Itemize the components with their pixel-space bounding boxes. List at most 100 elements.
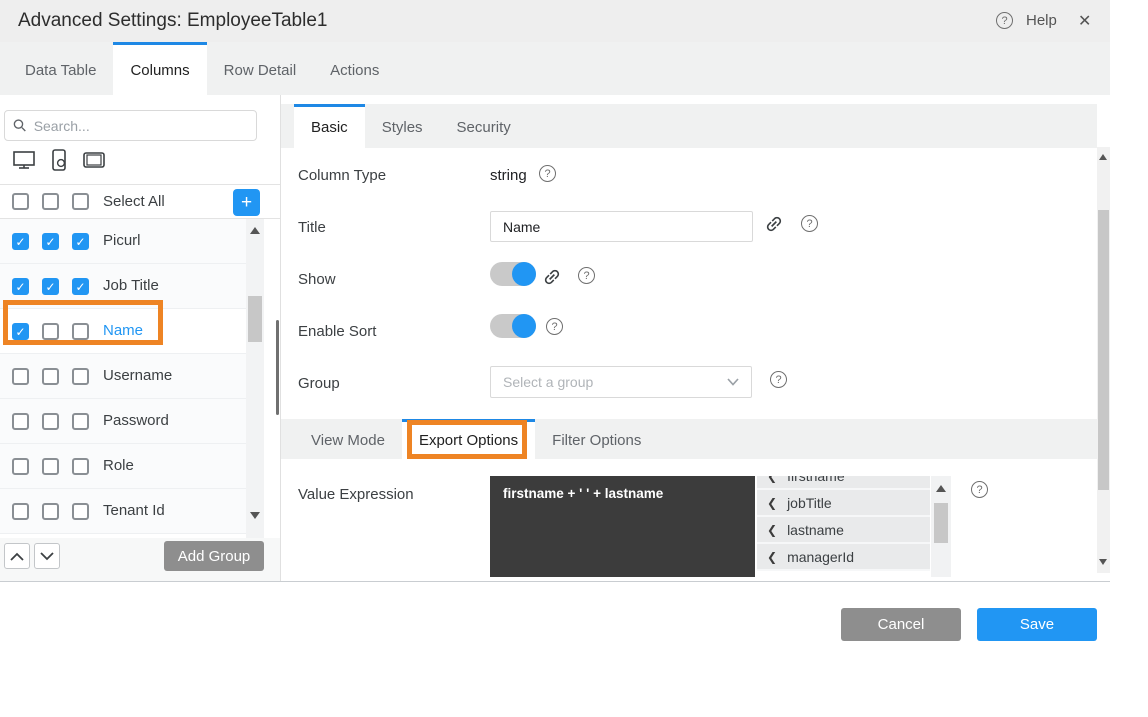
- add-column-button[interactable]: +: [233, 189, 260, 216]
- checkbox-mobile[interactable]: [42, 458, 59, 475]
- mobile-icon[interactable]: [51, 148, 67, 172]
- search-icon: [13, 118, 27, 133]
- select-all-checkbox-tablet[interactable]: [72, 193, 89, 210]
- tab-columns[interactable]: Columns: [113, 42, 206, 95]
- move-down-button[interactable]: [34, 543, 60, 569]
- value-expression-editor[interactable]: firstname + ' ' + lastname: [490, 476, 755, 577]
- help-icon[interactable]: ?: [801, 215, 818, 232]
- group-label: Group: [298, 375, 340, 392]
- tab-styles[interactable]: Styles: [365, 104, 440, 148]
- column-type-label: Column Type: [298, 167, 386, 184]
- main-tab-bar: Data Table Columns Row Detail Actions: [0, 42, 1110, 95]
- panel-tab-bar: Basic Styles Security: [281, 104, 1097, 148]
- field-picker-list: ❮ firstname ❮ jobTitle ❮ lastname ❮ mana…: [757, 476, 930, 577]
- help-icon[interactable]: ?: [971, 481, 988, 498]
- column-row-username[interactable]: Username: [0, 354, 246, 399]
- field-item-managerid[interactable]: ❮ managerId: [757, 544, 930, 571]
- title-input[interactable]: [490, 211, 753, 242]
- link-icon[interactable]: [760, 210, 788, 238]
- scrollbar-thumb[interactable]: [934, 503, 948, 543]
- scrollbar-thumb[interactable]: [1098, 210, 1109, 490]
- help-icon[interactable]: ?: [539, 165, 556, 182]
- column-label: Tenant Id: [103, 502, 165, 519]
- checkbox-tablet[interactable]: [72, 323, 89, 340]
- tab-row-detail[interactable]: Row Detail: [207, 42, 314, 95]
- insert-left-icon: ❮: [767, 550, 777, 564]
- help-button[interactable]: Help: [1026, 12, 1057, 29]
- select-all-label: Select All: [103, 193, 165, 210]
- link-icon[interactable]: [538, 263, 566, 291]
- tab-filter-options[interactable]: Filter Options: [535, 419, 658, 459]
- search-box: [4, 110, 257, 141]
- checkbox-mobile[interactable]: [42, 503, 59, 520]
- panel-scrollbar[interactable]: [1097, 147, 1110, 573]
- checkbox-desktop[interactable]: [12, 368, 29, 385]
- column-row-picurl[interactable]: Picurl: [0, 219, 246, 264]
- checkbox-tablet[interactable]: [72, 413, 89, 430]
- tab-export-options[interactable]: Export Options: [402, 419, 535, 459]
- scroll-down-icon[interactable]: [1099, 559, 1107, 565]
- help-icon[interactable]: ?: [996, 12, 1013, 29]
- help-icon[interactable]: ?: [546, 318, 563, 335]
- field-item-firstname[interactable]: ❮ firstname: [757, 476, 930, 490]
- value-expression-label: Value Expression: [298, 486, 414, 503]
- help-icon[interactable]: ?: [770, 371, 787, 388]
- tab-actions[interactable]: Actions: [313, 42, 396, 95]
- sidebar-list-scrollbar[interactable]: [246, 219, 264, 538]
- checkbox-tablet[interactable]: [72, 278, 89, 295]
- checkbox-tablet[interactable]: [72, 233, 89, 250]
- select-all-checkbox-desktop[interactable]: [12, 193, 29, 210]
- add-group-button[interactable]: Add Group: [164, 541, 264, 571]
- close-icon[interactable]: ✕: [1078, 11, 1091, 31]
- scroll-up-icon[interactable]: [1099, 154, 1107, 160]
- tab-data-table[interactable]: Data Table: [8, 42, 113, 95]
- help-icon[interactable]: ?: [578, 267, 595, 284]
- insert-left-icon: ❮: [767, 496, 777, 510]
- save-button[interactable]: Save: [977, 608, 1097, 641]
- group-select[interactable]: Select a group: [490, 366, 752, 398]
- checkbox-desktop[interactable]: [12, 233, 29, 250]
- checkbox-tablet[interactable]: [72, 458, 89, 475]
- checkbox-tablet[interactable]: [72, 368, 89, 385]
- advanced-settings-dialog: Advanced Settings: EmployeeTable1 ? Help…: [0, 0, 1148, 717]
- search-input[interactable]: [34, 118, 248, 134]
- column-row-tenant-id[interactable]: Tenant Id: [0, 489, 246, 534]
- tab-view-mode[interactable]: View Mode: [294, 419, 402, 459]
- column-type-value: string: [490, 167, 527, 184]
- enable-sort-toggle[interactable]: [490, 314, 536, 338]
- checkbox-mobile[interactable]: [42, 368, 59, 385]
- cancel-button[interactable]: Cancel: [841, 608, 961, 641]
- column-row-role[interactable]: Role: [0, 444, 246, 489]
- checkbox-desktop[interactable]: [12, 323, 29, 340]
- show-toggle[interactable]: [490, 262, 536, 286]
- scroll-down-icon[interactable]: [250, 512, 260, 519]
- tab-basic[interactable]: Basic: [294, 104, 365, 148]
- checkbox-mobile[interactable]: [42, 278, 59, 295]
- checkbox-tablet[interactable]: [72, 503, 89, 520]
- checkbox-desktop[interactable]: [12, 278, 29, 295]
- checkbox-mobile[interactable]: [42, 323, 59, 340]
- desktop-icon[interactable]: [12, 149, 36, 171]
- column-row-password[interactable]: Password: [0, 399, 246, 444]
- column-row-job-title[interactable]: Job Title: [0, 264, 246, 309]
- column-row-name[interactable]: Name: [0, 309, 246, 354]
- field-list-scrollbar[interactable]: [931, 476, 951, 577]
- checkbox-desktop[interactable]: [12, 413, 29, 430]
- checkbox-desktop[interactable]: [12, 503, 29, 520]
- scrollbar-thumb[interactable]: [248, 296, 262, 342]
- scroll-up-icon[interactable]: [936, 485, 946, 492]
- panel-scrollbar-thumb[interactable]: [276, 320, 279, 415]
- device-toggle-row: [12, 146, 106, 174]
- field-item-jobtitle[interactable]: ❮ jobTitle: [757, 490, 930, 517]
- checkbox-mobile[interactable]: [42, 233, 59, 250]
- tab-security[interactable]: Security: [440, 104, 528, 148]
- title-label: Title: [298, 219, 326, 236]
- field-item-lastname[interactable]: ❮ lastname: [757, 517, 930, 544]
- insert-left-icon: ❮: [767, 476, 777, 483]
- checkbox-desktop[interactable]: [12, 458, 29, 475]
- scroll-up-icon[interactable]: [250, 227, 260, 234]
- checkbox-mobile[interactable]: [42, 413, 59, 430]
- move-up-button[interactable]: [4, 543, 30, 569]
- tablet-icon[interactable]: [82, 151, 106, 169]
- select-all-checkbox-mobile[interactable]: [42, 193, 59, 210]
